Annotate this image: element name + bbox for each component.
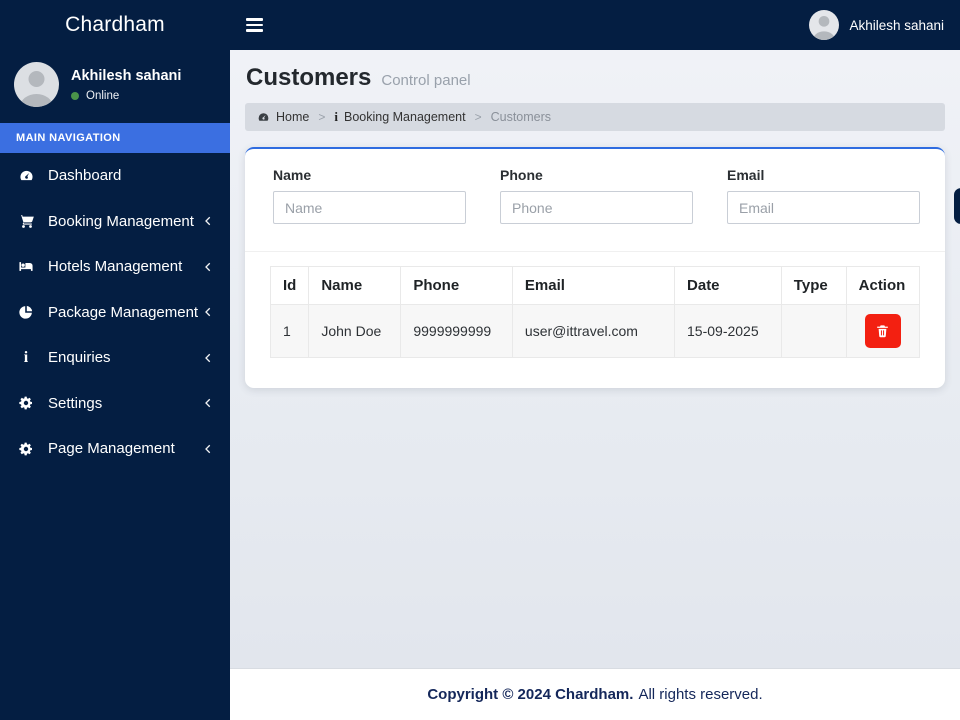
sidebar-item-enquiries[interactable]: i Enquiries bbox=[0, 335, 230, 381]
phone-filter-input[interactable] bbox=[500, 191, 693, 224]
chevron-left-icon bbox=[205, 353, 211, 362]
cell-name: John Doe bbox=[308, 304, 402, 358]
gear-icon bbox=[16, 441, 36, 457]
brand-logo[interactable]: Chardham bbox=[0, 0, 230, 50]
cell-action bbox=[845, 304, 921, 358]
bed-icon bbox=[16, 259, 36, 275]
user-status-label: Online bbox=[86, 89, 120, 102]
page-title: Customers bbox=[246, 64, 372, 91]
sidebar-item-settings[interactable]: Settings bbox=[0, 381, 230, 427]
filter-field-email: Email bbox=[727, 167, 920, 224]
phone-filter-label: Phone bbox=[500, 167, 543, 183]
cell-id: 1 bbox=[269, 304, 310, 358]
sidebar-item-booking-management[interactable]: Booking Management bbox=[0, 199, 230, 245]
breadcrumb-label: Customers bbox=[490, 110, 552, 124]
filter-bar: Name Phone Email bbox=[245, 149, 960, 251]
breadcrumb: Home > i Booking Management > Customers bbox=[245, 103, 945, 131]
online-dot-icon bbox=[71, 91, 79, 100]
column-header-type[interactable]: Type bbox=[780, 266, 847, 305]
filter-actions bbox=[954, 188, 960, 224]
tachometer-icon bbox=[16, 168, 36, 184]
column-header-action[interactable]: Action bbox=[845, 266, 921, 305]
cell-phone: 9999999999 bbox=[400, 304, 513, 358]
page-header: Customers Control panel bbox=[245, 64, 945, 92]
sidebar-item-package-management[interactable]: Package Management bbox=[0, 290, 230, 336]
footer-rights: All rights reserved. bbox=[638, 686, 763, 703]
person-icon bbox=[20, 71, 53, 107]
page-subtitle: Control panel bbox=[381, 72, 471, 89]
breadcrumb-home[interactable]: Home bbox=[257, 110, 309, 124]
sidebar-item-label: Package Management bbox=[48, 303, 199, 321]
column-header-phone[interactable]: Phone bbox=[400, 266, 513, 305]
breadcrumb-separator: > bbox=[474, 110, 482, 124]
table-header-row: Id Name Phone Email Date Type Action bbox=[269, 266, 921, 305]
navbar-user-menu[interactable]: Akhilesh sahani bbox=[809, 10, 960, 40]
sidebar: Chardham Akhilesh sahani Online MAIN NAV… bbox=[0, 0, 230, 720]
chevron-left-icon bbox=[205, 262, 211, 271]
chevron-left-icon bbox=[205, 217, 211, 226]
email-filter-label: Email bbox=[727, 167, 765, 183]
navbar-user-name: Akhilesh sahani bbox=[849, 17, 944, 33]
breadcrumb-separator: > bbox=[318, 110, 326, 124]
gear-icon bbox=[16, 395, 36, 411]
column-header-id[interactable]: Id bbox=[269, 266, 310, 305]
dashboard-icon bbox=[257, 111, 270, 123]
sidebar-item-page-management[interactable]: Page Management bbox=[0, 426, 230, 472]
filter-button[interactable] bbox=[954, 188, 960, 224]
column-header-date[interactable]: Date bbox=[674, 266, 782, 305]
filter-field-name: Name bbox=[273, 167, 466, 224]
cell-email: user@ittravel.com bbox=[511, 304, 676, 358]
sidebar-item-label: Hotels Management bbox=[48, 258, 183, 276]
delete-button[interactable] bbox=[864, 314, 901, 348]
sidebar-item-label: Booking Management bbox=[48, 212, 194, 230]
sidebar-toggle-button[interactable] bbox=[230, 1, 279, 49]
user-status: Online bbox=[71, 90, 181, 102]
breadcrumb-customers-current: Customers bbox=[491, 110, 551, 124]
cell-type bbox=[780, 304, 847, 358]
content-area: Customers Control panel Home > i Booking… bbox=[230, 50, 960, 668]
cell-date: 15-09-2025 bbox=[674, 304, 782, 358]
email-filter-input[interactable] bbox=[727, 191, 920, 224]
info-icon: i bbox=[334, 109, 338, 124]
sidebar-user-panel: Akhilesh sahani Online bbox=[0, 50, 230, 123]
footer-copyright: Copyright © 2024 Chardham. bbox=[427, 686, 634, 703]
breadcrumb-booking-management[interactable]: i Booking Management bbox=[334, 109, 465, 125]
user-avatar bbox=[14, 62, 59, 107]
sidebar-item-label: Settings bbox=[48, 394, 103, 412]
pie-chart-icon bbox=[16, 304, 36, 320]
page-footer: Copyright © 2024 Chardham. All rights re… bbox=[230, 668, 960, 720]
name-filter-input[interactable] bbox=[273, 191, 466, 224]
sidebar-nav: Dashboard Booking Management Hotels Mana… bbox=[0, 153, 230, 472]
cart-icon bbox=[16, 213, 36, 229]
column-header-email[interactable]: Email bbox=[511, 266, 676, 305]
sidebar-item-label: Dashboard bbox=[48, 167, 122, 185]
sidebar-item-label: Enquiries bbox=[48, 349, 111, 367]
breadcrumb-label: Booking Management bbox=[343, 110, 466, 124]
filter-field-phone: Phone bbox=[500, 167, 693, 224]
customers-card: Name Phone Email bbox=[245, 147, 960, 388]
hamburger-icon bbox=[246, 18, 263, 21]
top-navbar: Akhilesh sahani bbox=[230, 0, 960, 50]
column-header-name[interactable]: Name bbox=[308, 266, 402, 305]
sidebar-item-dashboard[interactable]: Dashboard bbox=[0, 153, 230, 199]
customers-table-wrap: Id Name Phone Email Date Type Action 1 J bbox=[245, 252, 945, 388]
chevron-left-icon bbox=[205, 399, 211, 408]
sidebar-section-header: MAIN NAVIGATION bbox=[0, 123, 230, 153]
breadcrumb-label: Home bbox=[276, 110, 310, 124]
name-filter-label: Name bbox=[273, 167, 312, 183]
table-row: 1 John Doe 9999999999 user@ittravel.com … bbox=[269, 304, 921, 358]
chevron-left-icon bbox=[205, 444, 211, 453]
app-window: Chardham Akhilesh sahani Online MAIN NAV… bbox=[0, 0, 960, 720]
info-icon: i bbox=[23, 348, 29, 366]
customers-table: Id Name Phone Email Date Type Action 1 J bbox=[269, 266, 921, 358]
sidebar-item-hotels-management[interactable]: Hotels Management bbox=[0, 244, 230, 290]
sidebar-user-name: Akhilesh sahani bbox=[71, 67, 182, 84]
chevron-left-icon bbox=[205, 308, 211, 317]
person-icon bbox=[813, 16, 836, 40]
navbar-user-avatar bbox=[809, 10, 840, 40]
trash-icon bbox=[877, 325, 889, 338]
sidebar-item-label: Page Management bbox=[48, 440, 175, 458]
